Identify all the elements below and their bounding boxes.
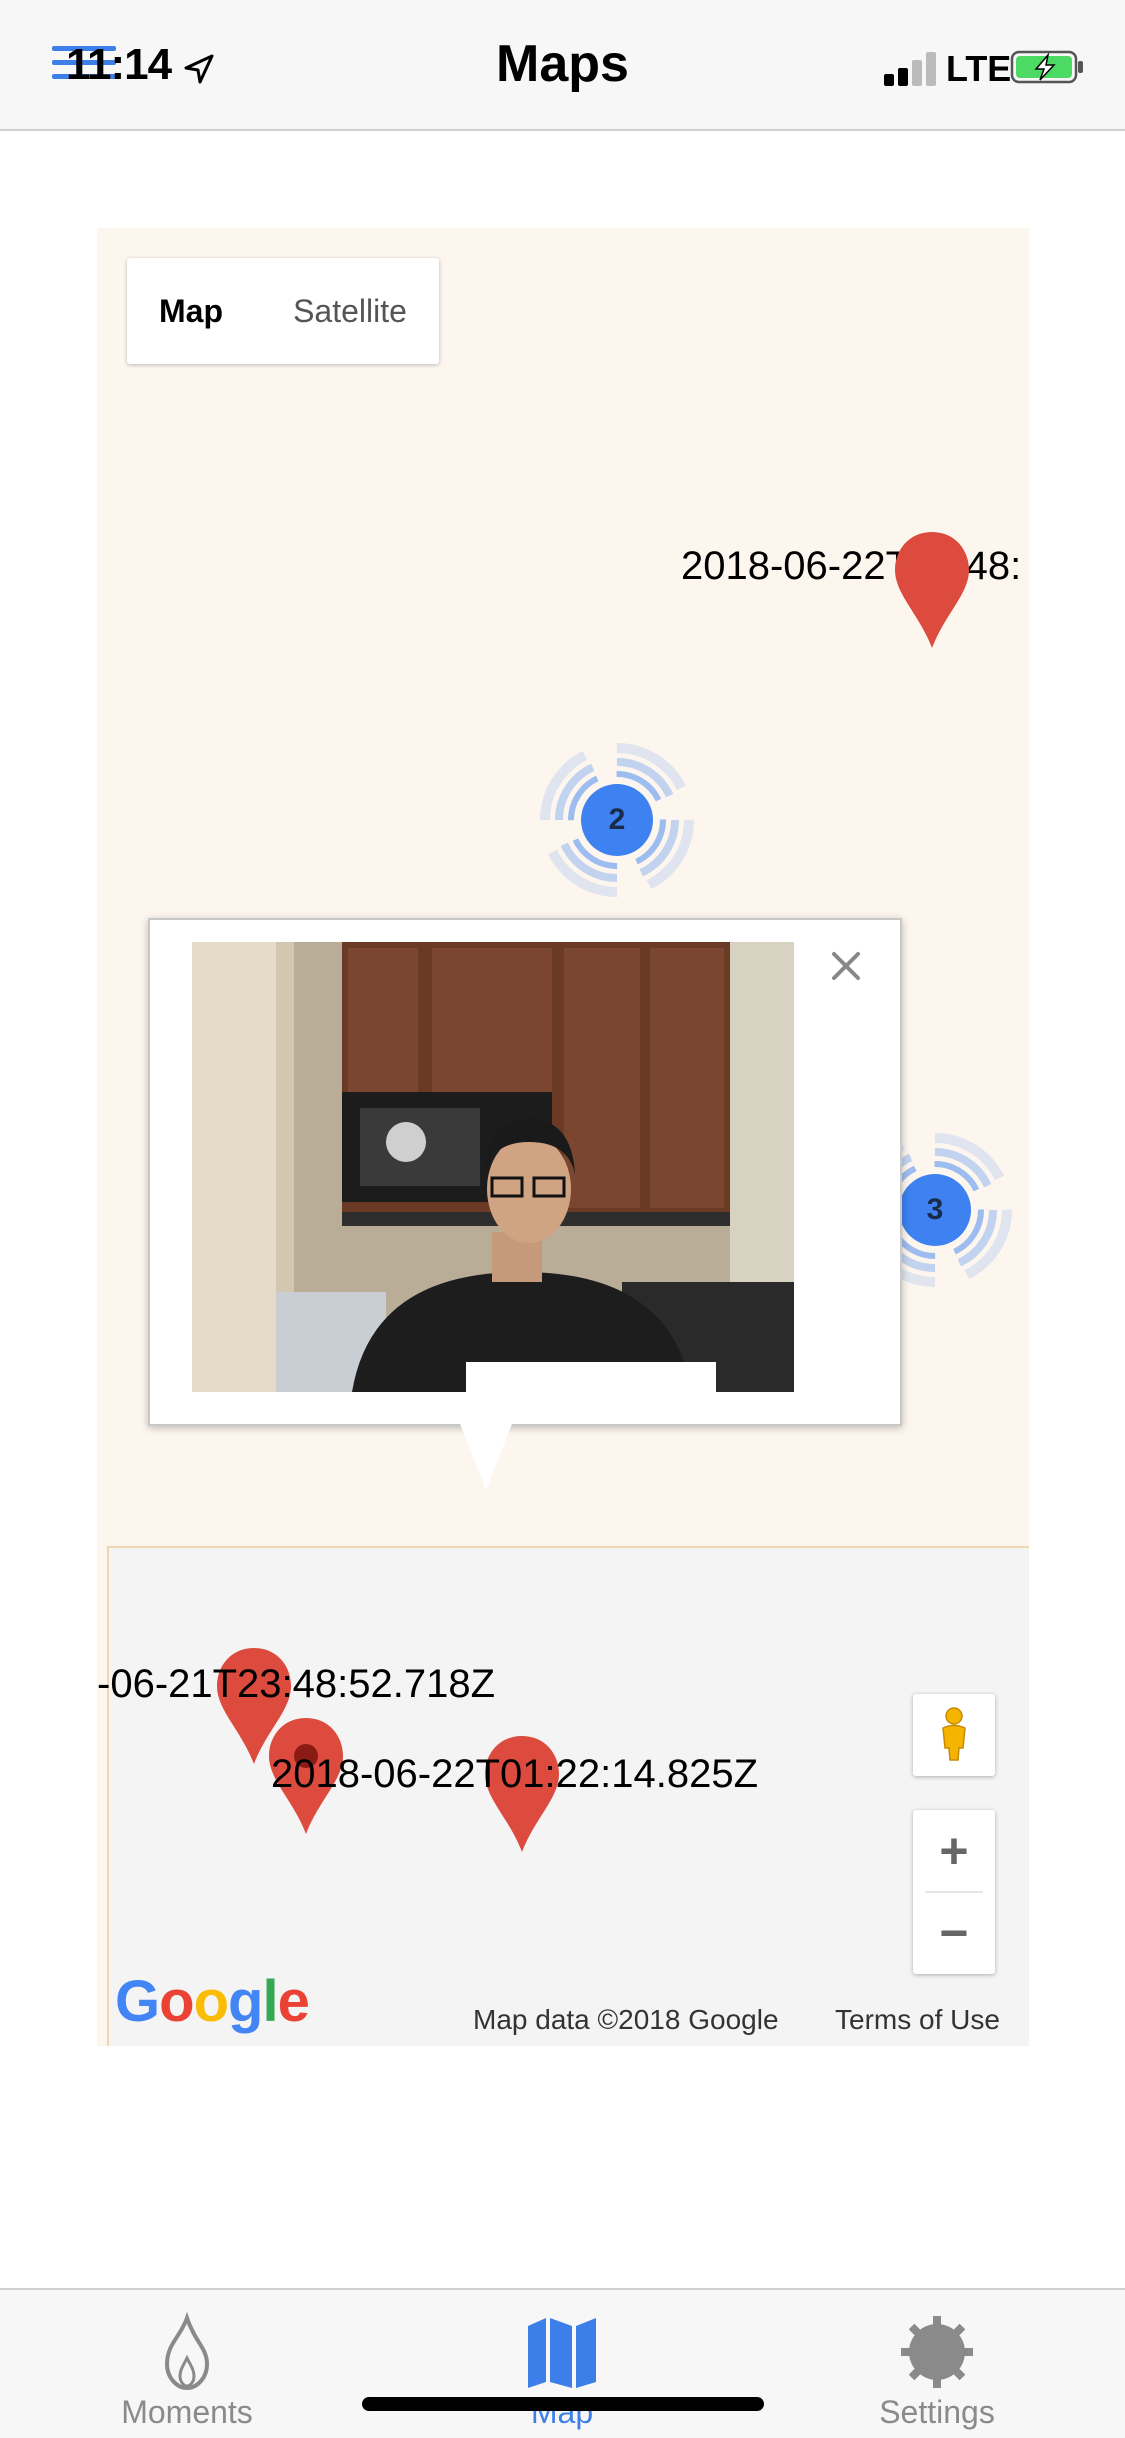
- map-attribution: Map data ©2018 Google: [473, 2004, 779, 2035]
- map-marker-pin[interactable]: [889, 528, 975, 652]
- header: 11:14 Maps LTE: [0, 0, 1125, 131]
- map-type-control: Map Satellite: [127, 258, 439, 364]
- gear-icon: [901, 2316, 973, 2388]
- terms-of-use-link[interactable]: Terms of Use: [835, 2004, 1000, 2036]
- google-logo: Google: [115, 1969, 310, 2034]
- info-window: [148, 918, 902, 1426]
- marker-label: 2018-06-22T01:22:14.825Z: [271, 1752, 759, 1796]
- zoom-in-button[interactable]: +: [913, 1810, 995, 1892]
- person-in-kitchen-photo: [192, 942, 794, 1392]
- zoom-control: + −: [913, 1810, 995, 1974]
- tab-settings[interactable]: Settings: [812, 2290, 1062, 2438]
- tab-label: Settings: [879, 2394, 995, 2430]
- zoom-out-button[interactable]: −: [913, 1892, 995, 1974]
- cluster-count: 2: [608, 803, 626, 836]
- tab-label: Moments: [121, 2394, 253, 2430]
- flame-icon: [164, 2312, 210, 2391]
- battery-charging-icon: [1010, 50, 1083, 84]
- map-icon: [528, 2318, 596, 2388]
- network-type: LTE: [946, 48, 1012, 89]
- home-indicator: [362, 2397, 764, 2411]
- street-view-pegman-button[interactable]: [913, 1694, 995, 1776]
- info-window-pointer: [460, 1424, 512, 1490]
- marker-cluster[interactable]: 2: [537, 740, 697, 900]
- signal-strength-icon: [884, 50, 940, 86]
- marker-label: -06-21T23:48:52.718Z: [97, 1662, 496, 1706]
- close-icon[interactable]: [826, 946, 866, 986]
- map-type-satellite-button[interactable]: Satellite: [261, 258, 439, 364]
- map-type-map-button[interactable]: Map: [127, 258, 255, 364]
- pegman-icon: [942, 1707, 966, 1761]
- tab-bar: Moments Map Settings: [0, 2288, 1125, 2438]
- tab-moments[interactable]: Moments: [62, 2290, 312, 2438]
- tab-map[interactable]: Map: [437, 2290, 687, 2438]
